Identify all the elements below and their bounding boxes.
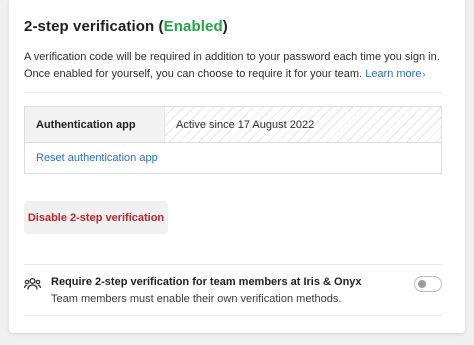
chevron-right-icon: › — [422, 69, 426, 79]
learn-more-link[interactable]: Learn more› — [365, 68, 425, 80]
auth-app-row: Authentication app Active since 17 Augus… — [25, 107, 441, 143]
reset-auth-app-link[interactable]: Reset authentication app — [25, 143, 441, 174]
auth-app-label: Authentication app — [25, 107, 165, 142]
team-requirement-row: Require 2-step verification for team mem… — [24, 264, 442, 316]
section-title-text: 2-step verification — [24, 18, 155, 35]
toggle-knob — [418, 280, 426, 288]
two-step-verification-card: 2-step verification (Enabled) A verifica… — [9, 0, 465, 333]
status-close-paren: ) — [222, 18, 228, 35]
status-enabled-label: Enabled — [163, 18, 223, 35]
section-title: 2-step verification (Enabled) — [24, 18, 228, 35]
team-requirement-title: Require 2-step verification for team mem… — [51, 276, 362, 288]
auth-app-box: Authentication app Active since 17 Augus… — [24, 106, 442, 174]
section-divider — [24, 92, 442, 93]
auth-app-status: Active since 17 August 2022 — [165, 107, 441, 142]
disable-2fa-button[interactable]: Disable 2-step verification — [24, 201, 168, 234]
learn-more-label: Learn more — [365, 68, 422, 80]
team-requirement-subtitle: Team members must enable their own verif… — [51, 293, 342, 305]
require-2fa-toggle[interactable] — [414, 276, 442, 292]
team-icon — [24, 277, 41, 290]
section-description: A verification code will be required in … — [24, 49, 454, 83]
status-open-paren: ( — [154, 18, 164, 35]
